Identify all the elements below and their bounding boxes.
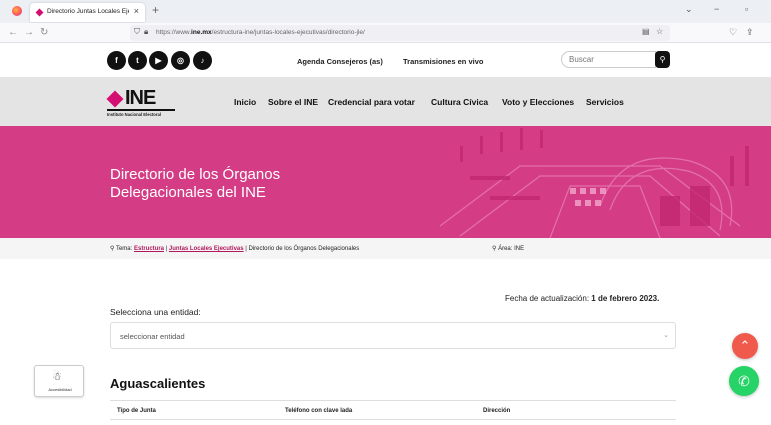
transmisiones-link[interactable]: Transmisiones en vivo [403,57,483,66]
twitter-icon[interactable]: t [128,51,147,70]
location-pin-icon: ⚲ [492,246,497,252]
tab-list-icon[interactable]: ⌄ [685,4,693,15]
url-prefix: https://www. [156,29,192,36]
entity-select-value: seleccionar entidad [120,332,185,341]
top-strip: f t ▶ ◎ ♪ Agenda Consejeros (as) Transmi… [0,43,771,77]
search-box: ⚲ [561,51,670,68]
search-icon[interactable]: ⚲ [655,51,670,68]
logo-text: INE [125,87,156,109]
restore-icon[interactable]: ▫ [745,4,748,14]
city-illustration [439,128,749,238]
entity-select-label: Selecciona una entidad: [110,307,201,317]
column-tipo-junta: Tipo de Junta [117,408,156,414]
accessibility-widget[interactable]: ☃ Accesibilidad [34,365,84,397]
update-label: Fecha de actualización: [505,294,590,303]
lock-icon[interactable]: 🔒︎ [144,27,148,37]
breadcrumb-trail: ⚲ Tema: Estructura | Juntas Locales Ejec… [110,246,360,252]
logo-underline [107,109,175,111]
firefox-icon [12,6,22,16]
menu-servicios[interactable]: Servicios [586,97,624,107]
ine-favicon-icon [35,8,44,17]
menu-voto-elecciones[interactable]: Voto y Elecciones [502,97,574,107]
column-telefono: Teléfono con clave lada [285,408,353,414]
reader-view-icon[interactable]: ▤ [642,27,650,36]
menu-sobre-el-ine[interactable]: Sobre el INE [268,97,318,107]
main-navigation: INE Instituto Nacional Electoral Inicio … [0,77,771,126]
instagram-icon[interactable]: ◎ [171,51,190,70]
area-text: Área: INE [498,246,525,252]
breadcrumb-juntas-link[interactable]: Juntas Locales Ejecutivas [169,246,244,252]
scroll-to-top-button[interactable]: ⌃ [732,333,758,359]
breadcrumb-current: Directorio de los Órganos Delegacionales [248,246,360,252]
state-heading: Aguascalientes [110,376,206,391]
logo-diamond-icon [106,90,124,108]
table-header: Tipo de Junta Teléfono con clave lada Di… [110,400,676,420]
menu-inicio[interactable]: Inicio [234,97,256,107]
whatsapp-button[interactable]: ✆ [729,366,759,396]
bookmark-star-icon[interactable]: ☆ [656,27,663,36]
url-path: /estructura-ine/juntas-locales-ejecutiva… [211,29,365,36]
breadcrumb-prefix: Tema: [115,246,133,252]
back-icon[interactable]: ← [8,27,18,38]
accessibility-label: Accesibilidad [48,387,72,392]
chevron-down-icon: ⌄ [663,332,669,339]
tab-bar: Directorio Juntas Locales Ejecu × + ⌄ − … [0,0,771,23]
new-tab-icon[interactable]: + [152,3,159,17]
url-domain: ine.mx [191,29,212,36]
minimize-icon[interactable]: − [714,4,719,14]
close-tab-icon[interactable]: × [134,6,139,16]
tab-title: Directorio Juntas Locales Ejecu [47,8,129,15]
accessibility-icon: ☃ [52,371,62,383]
reload-icon[interactable]: ↻ [40,27,48,38]
agenda-consejeros-link[interactable]: Agenda Consejeros (as) [297,57,383,66]
column-direccion: Dirección [483,408,511,414]
tiktok-icon[interactable]: ♪ [193,51,212,70]
hero-banner: Directorio de los Órganos Delegacionales… [0,126,771,238]
navigation-toolbar: ← → ↻ ⛉ 🔒︎ https://www.ine.mx/estructura… [0,23,771,43]
pocket-icon[interactable]: ♡ [729,27,737,38]
pin-icon: ⚲ [110,246,115,252]
arrow-up-icon: ⌃ [739,338,751,353]
hero-title: Directorio de los Órganos Delegacionales… [110,166,281,201]
share-icon[interactable]: ⇪ [746,27,754,38]
url-text[interactable]: https://www.ine.mx/estructura-ine/juntas… [156,29,365,36]
web-page: f t ▶ ◎ ♪ Agenda Consejeros (as) Transmi… [0,43,771,425]
breadcrumb: ⚲ Tema: Estructura | Juntas Locales Ejec… [0,238,771,259]
menu-credencial[interactable]: Credencial para votar [328,97,415,107]
area-label: ⚲ Área: INE [492,245,524,252]
youtube-icon[interactable]: ▶ [149,51,168,70]
whatsapp-icon: ✆ [738,373,750,389]
breadcrumb-estructura-link[interactable]: Estructura [134,246,164,252]
update-date: Fecha de actualización: 1 de febrero 202… [505,294,659,303]
browser-window: Directorio Juntas Locales Ejecu × + ⌄ − … [0,0,771,425]
entity-select[interactable]: seleccionar entidad ⌄ [110,322,676,349]
forward-icon[interactable]: → [24,27,34,38]
browser-tab[interactable]: Directorio Juntas Locales Ejecu × [30,3,145,22]
logo-subtitle: Instituto Nacional Electoral [107,112,161,117]
menu-cultura-civica[interactable]: Cultura Cívica [431,97,488,107]
shield-icon[interactable]: ⛉ [134,27,140,37]
address-bar[interactable]: ⛉ 🔒︎ https://www.ine.mx/estructura-ine/j… [130,25,670,41]
ine-logo[interactable]: INE Instituto Nacional Electoral [106,87,177,119]
facebook-icon[interactable]: f [107,51,126,70]
update-value: 1 de febrero 2023. [591,294,660,303]
search-input[interactable] [561,51,656,68]
